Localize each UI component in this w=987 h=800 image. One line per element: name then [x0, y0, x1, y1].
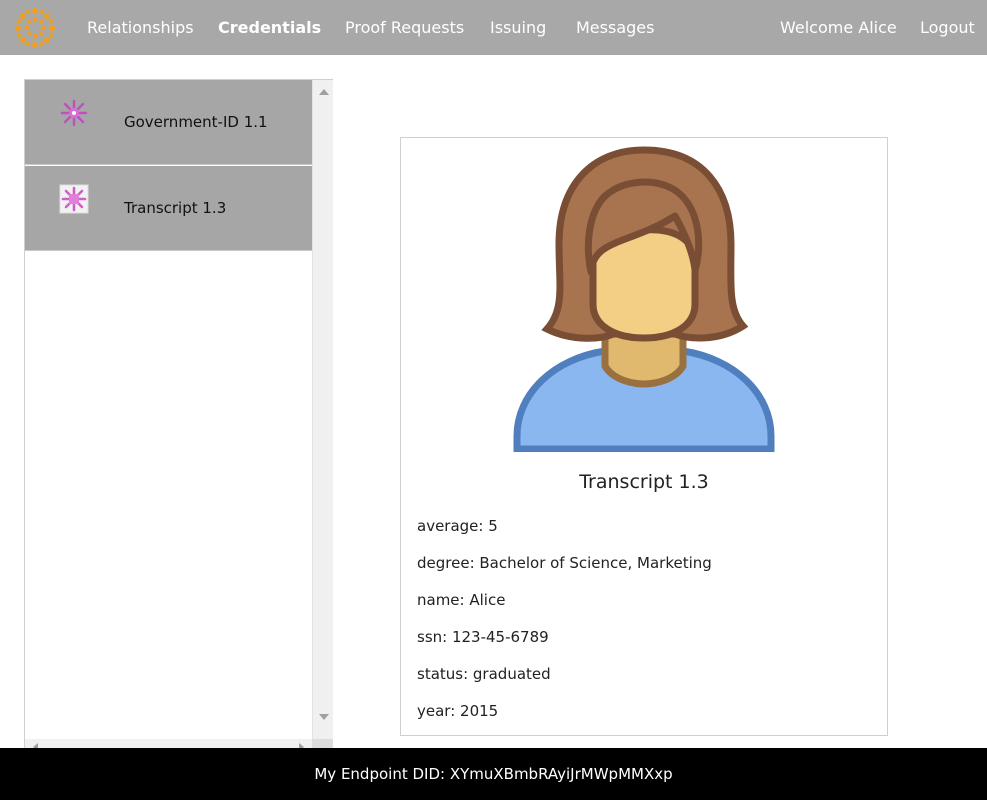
logout-link[interactable]: Logout: [920, 0, 975, 55]
credential-item-government-id[interactable]: Government-ID 1.1: [25, 80, 312, 165]
credential-title: Transcript 1.3: [579, 471, 709, 493]
credential-item-label: Transcript 1.3: [124, 199, 227, 217]
attribute-ssn: ssn: 123-45-6789: [417, 628, 549, 646]
female-user-avatar-icon: [513, 146, 775, 452]
scrollbar-corner: [312, 739, 333, 748]
scroll-down-arrow-icon[interactable]: [319, 714, 329, 720]
top-navbar: Relationships Credentials Proof Requests…: [0, 0, 987, 55]
credential-item-transcript[interactable]: Transcript 1.3: [25, 166, 312, 251]
horizontal-scrollbar[interactable]: [25, 739, 312, 748]
attribute-name: name: Alice: [417, 591, 506, 609]
attribute-year: year: 2015: [417, 702, 499, 720]
attribute-status: status: graduated: [417, 665, 551, 683]
nav-relationships[interactable]: Relationships: [87, 0, 194, 55]
credential-detail-card: Transcript 1.3 average: 5 degree: Bachel…: [400, 137, 888, 736]
attribute-average: average: 5: [417, 517, 498, 535]
scroll-up-arrow-icon[interactable]: [319, 89, 329, 95]
credential-list: Government-ID 1.1 Transcript 1.3: [24, 79, 333, 749]
attribute-degree: degree: Bachelor of Science, Marketing: [417, 554, 712, 572]
credential-thumbnail-icon: [59, 184, 89, 214]
nav-credentials[interactable]: Credentials: [218, 0, 321, 55]
nav-proof-requests[interactable]: Proof Requests: [345, 0, 464, 55]
credential-thumbnail-icon: [59, 98, 89, 128]
endpoint-did-footer: My Endpoint DID: XYmuXBmbRAyiJrMWpMMXxp: [0, 748, 987, 800]
nav-issuing[interactable]: Issuing: [490, 0, 546, 55]
credential-item-label: Government-ID 1.1: [124, 113, 268, 131]
orange-sunburst-logo-icon[interactable]: [14, 7, 56, 49]
welcome-text: Welcome Alice: [780, 18, 897, 37]
vertical-scrollbar[interactable]: [312, 80, 333, 739]
nav-messages[interactable]: Messages: [576, 0, 654, 55]
